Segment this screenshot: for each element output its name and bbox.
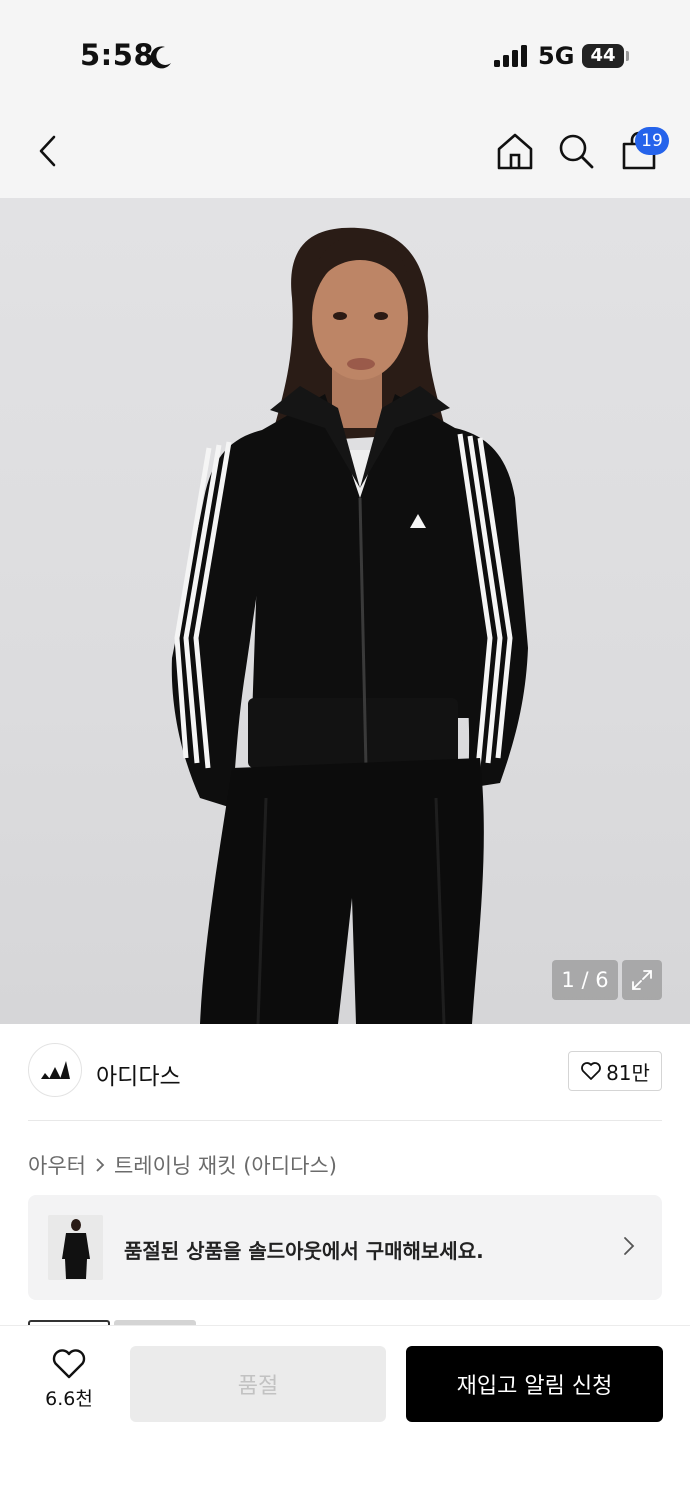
bottom-action-bar: 6.6천 품절 재입고 알림 신청 bbox=[0, 1325, 690, 1500]
brand-row[interactable]: 아디다스 81만 bbox=[0, 1024, 690, 1120]
breadcrumb: 아우터 트레이닝 재킷 (아디다스) bbox=[28, 1150, 337, 1180]
breadcrumb-item-outer[interactable]: 아우터 bbox=[28, 1150, 86, 1180]
app-header bbox=[0, 100, 690, 198]
network-label: 5G bbox=[538, 42, 575, 70]
expand-icon bbox=[632, 970, 652, 990]
banner-thumbnail bbox=[48, 1215, 103, 1280]
chevron-right-icon bbox=[96, 1158, 105, 1172]
brand-name[interactable]: 아디다스 bbox=[96, 1057, 181, 1091]
soldout-button: 품절 bbox=[130, 1346, 386, 1422]
search-icon bbox=[559, 134, 594, 169]
wishlist-count: 6.6천 bbox=[45, 1388, 93, 1410]
brand-like-count: 81만 bbox=[606, 1060, 650, 1085]
banner-text: 품절된 상품을 솔드아웃에서 구매해보세요. bbox=[124, 1239, 484, 1263]
chevron-left-icon bbox=[39, 135, 56, 167]
brand-logo[interactable] bbox=[28, 1043, 82, 1097]
search-button[interactable] bbox=[554, 129, 598, 173]
image-counter: 1 / 6 bbox=[552, 960, 618, 1000]
product-image[interactable] bbox=[0, 198, 690, 1024]
moon-icon bbox=[150, 46, 171, 69]
heart-icon bbox=[581, 1062, 601, 1080]
expand-button[interactable] bbox=[622, 960, 662, 1000]
back-button[interactable] bbox=[26, 129, 70, 173]
wishlist-button[interactable]: 6.6천 bbox=[30, 1348, 108, 1428]
restock-alert-button[interactable]: 재입고 알림 신청 bbox=[406, 1346, 663, 1422]
home-button[interactable] bbox=[493, 129, 537, 173]
heart-icon bbox=[52, 1349, 86, 1379]
soldout-banner[interactable]: 품절된 상품을 솔드아웃에서 구매해보세요. bbox=[28, 1195, 662, 1300]
divider bbox=[28, 1120, 662, 1121]
product-photo bbox=[171, 227, 528, 1024]
cart-count-badge: 19 bbox=[635, 127, 669, 155]
home-icon bbox=[497, 133, 533, 170]
brand-like-button[interactable]: 81만 bbox=[568, 1051, 662, 1091]
battery-tip bbox=[626, 51, 629, 61]
status-time: 5:58 bbox=[80, 38, 155, 72]
signal-icon bbox=[494, 45, 527, 67]
chevron-right-icon bbox=[624, 1237, 635, 1255]
adidas-logo-icon bbox=[41, 1061, 70, 1079]
battery-indicator: 44 bbox=[582, 44, 624, 68]
status-bar: 5:58 5G 44 bbox=[0, 0, 690, 100]
breadcrumb-item-category[interactable]: 트레이닝 재킷 (아디다스) bbox=[114, 1150, 337, 1180]
